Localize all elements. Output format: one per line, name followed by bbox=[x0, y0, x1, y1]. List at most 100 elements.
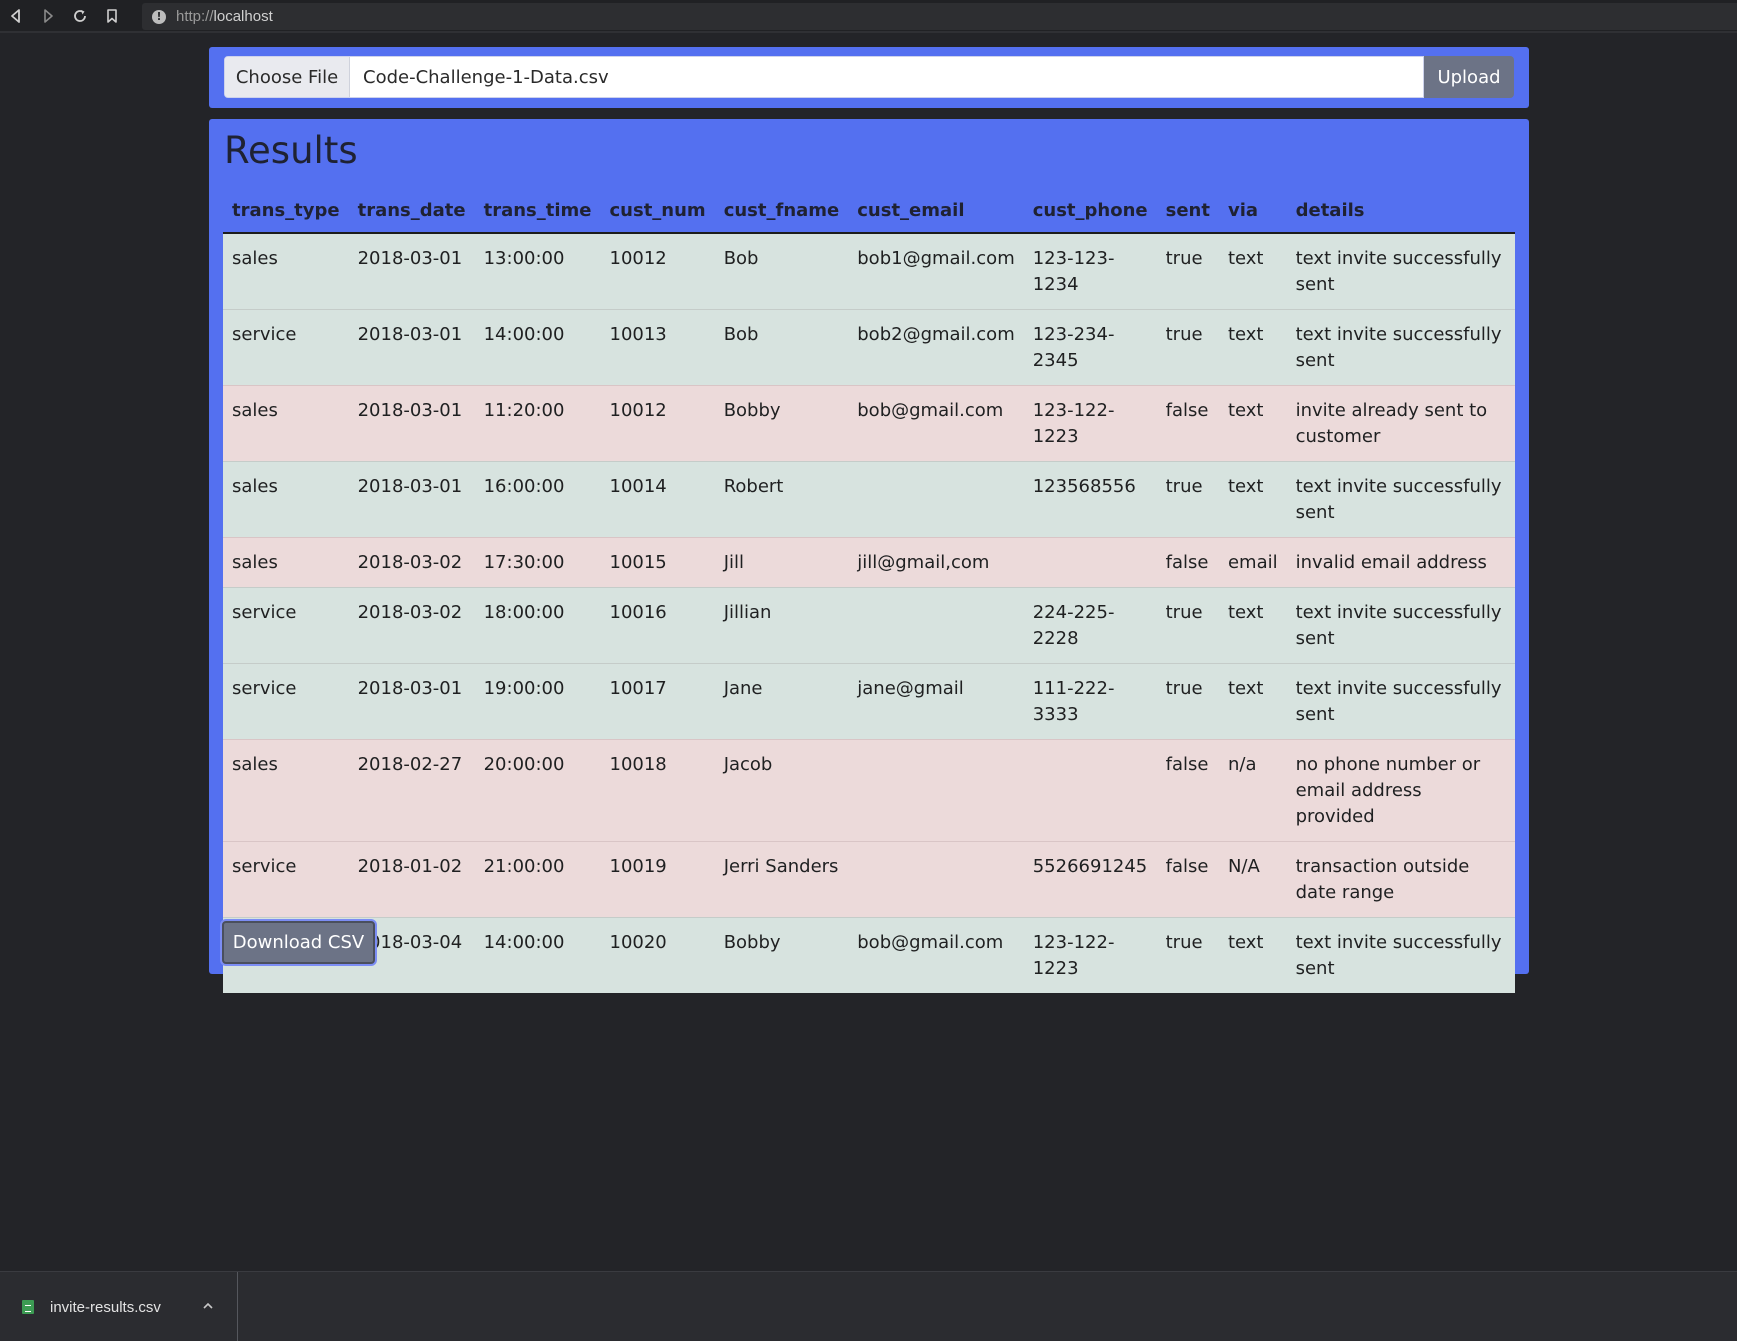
column-header-cust-phone: cust_phone bbox=[1023, 185, 1157, 234]
cell-trans-type: sales bbox=[223, 461, 349, 538]
choose-file-button[interactable]: Choose File bbox=[225, 57, 350, 97]
table-row: sales 2018-03-02 17:30:00 10015 Jill jill@gma… bbox=[223, 537, 1515, 588]
cell-trans-type: sales bbox=[223, 385, 349, 462]
cell-cust-email: jane@gmail bbox=[848, 663, 1024, 740]
cell-trans-type: sales bbox=[223, 739, 349, 842]
cell-sent: true bbox=[1156, 663, 1219, 740]
cell-cust-phone: 5526691245 bbox=[1023, 841, 1157, 918]
cell-cust-email: bob@gmail.com bbox=[848, 917, 1024, 993]
cell-cust-phone: 224-225-2228 bbox=[1023, 587, 1157, 664]
cell-trans-type: service bbox=[223, 587, 349, 664]
results-table: trans_type trans_date trans_time cust_num cu… bbox=[223, 185, 1515, 993]
url-text: http://localhost bbox=[176, 8, 273, 25]
cell-details: text invite successfully sent bbox=[1286, 232, 1515, 310]
cell-cust-fname: Jane bbox=[714, 663, 849, 740]
cell-trans-time: 13:00:00 bbox=[474, 232, 601, 310]
cell-details: text invite successfully sent bbox=[1286, 461, 1515, 538]
cell-sent: true bbox=[1156, 461, 1219, 538]
cell-trans-time: 19:00:00 bbox=[474, 663, 601, 740]
cell-cust-fname: Jerri Sanders bbox=[714, 841, 849, 918]
cell-cust-fname: Robert bbox=[714, 461, 849, 538]
column-header-sent: sent bbox=[1156, 185, 1219, 234]
table-row: service 2018-03-02 18:00:00 10016 Jillian 224… bbox=[223, 587, 1515, 664]
cell-sent: false bbox=[1156, 739, 1219, 842]
cell-trans-date: 2018-03-01 bbox=[348, 663, 475, 740]
table-row: service2018-03-0414:00:0010020Bobbybob@g… bbox=[223, 917, 1515, 993]
cell-cust-num: 10012 bbox=[600, 385, 715, 462]
cell-trans-date: 2018-03-01 bbox=[348, 461, 475, 538]
cell-cust-email: bob2@gmail.com bbox=[848, 309, 1024, 386]
cell-cust-fname: Bob bbox=[714, 309, 849, 386]
cell-trans-time: 14:00:00 bbox=[474, 917, 601, 993]
cell-sent: false bbox=[1156, 537, 1219, 588]
cell-cust-phone: 123568556 bbox=[1023, 461, 1157, 538]
site-info-icon[interactable]: ! bbox=[152, 9, 166, 24]
cell-trans-time: 18:00:00 bbox=[474, 587, 601, 664]
cell-via: N/A bbox=[1218, 841, 1287, 918]
cell-details: transaction outside date range bbox=[1286, 841, 1515, 918]
cell-trans-date: 2018-03-02 bbox=[348, 537, 475, 588]
column-header-trans-date: trans_date bbox=[348, 185, 475, 234]
cell-cust-phone: 123-122-1223 bbox=[1023, 385, 1157, 462]
cell-cust-num: 10020 bbox=[600, 917, 715, 993]
cell-trans-type: service bbox=[223, 841, 349, 918]
results-title: Results bbox=[224, 129, 358, 172]
cell-trans-date: 2018-01-02 bbox=[348, 841, 475, 918]
cell-via: text bbox=[1218, 309, 1287, 386]
cell-details: no phone number or email address provide… bbox=[1286, 739, 1515, 842]
cell-trans-date: 2018-02-27 bbox=[348, 739, 475, 842]
cell-details: text invite successfully sent bbox=[1286, 917, 1515, 993]
cell-via: text bbox=[1218, 385, 1287, 462]
cell-cust-num: 10014 bbox=[600, 461, 715, 538]
cell-details: text invite successfully sent bbox=[1286, 309, 1515, 386]
cell-cust-fname: Bob bbox=[714, 232, 849, 310]
cell-trans-time: 21:00:00 bbox=[474, 841, 601, 918]
table-row: service 2018-01-02 21:00:00 10019 Jerri Sand… bbox=[223, 841, 1515, 918]
cell-details: text invite successfully sent bbox=[1286, 663, 1515, 740]
cell-cust-phone: 111-222-3333 bbox=[1023, 663, 1157, 740]
table-row: sales 2018-03-01 13:00:00 10012 Bob bob1@gmai… bbox=[223, 232, 1515, 310]
chevron-up-icon[interactable] bbox=[201, 1299, 215, 1313]
cell-cust-num: 10016 bbox=[600, 587, 715, 664]
cell-cust-phone: 123-122-1223 bbox=[1023, 917, 1157, 993]
file-input[interactable]: Choose File Code-Challenge-1-Data.csv bbox=[224, 56, 1424, 98]
bookmark-icon[interactable] bbox=[96, 0, 128, 32]
column-header-cust-fname: cust_fname bbox=[714, 185, 849, 234]
upload-button[interactable]: Upload bbox=[1424, 56, 1514, 98]
reload-icon[interactable] bbox=[64, 0, 96, 32]
upload-panel: Choose File Code-Challenge-1-Data.csv Up… bbox=[209, 47, 1529, 108]
table-row: sales 2018-02-27 20:00:00 10018 Jacob false n/… bbox=[223, 739, 1515, 842]
cell-details: invalid email address bbox=[1286, 537, 1515, 588]
back-icon[interactable] bbox=[0, 0, 32, 32]
cell-cust-phone bbox=[1023, 537, 1157, 588]
cell-cust-num: 10017 bbox=[600, 663, 715, 740]
address-bar[interactable]: ! http://localhost bbox=[142, 3, 1737, 30]
cell-via: text bbox=[1218, 587, 1287, 664]
column-header-via: via bbox=[1218, 185, 1287, 234]
cell-cust-phone: 123-234-2345 bbox=[1023, 309, 1157, 386]
cell-cust-email bbox=[848, 739, 1024, 842]
download-csv-button[interactable]: Download CSV bbox=[222, 921, 375, 964]
cell-trans-type: sales bbox=[223, 537, 349, 588]
cell-via: text bbox=[1218, 232, 1287, 310]
cell-cust-email bbox=[848, 587, 1024, 664]
cell-details: text invite successfully sent bbox=[1286, 587, 1515, 664]
cell-cust-num: 10012 bbox=[600, 232, 715, 310]
cell-trans-time: 14:00:00 bbox=[474, 309, 601, 386]
cell-sent: true bbox=[1156, 309, 1219, 386]
cell-trans-time: 20:00:00 bbox=[474, 739, 601, 842]
cell-sent: true bbox=[1156, 587, 1219, 664]
cell-trans-date: 2018-03-01 bbox=[348, 385, 475, 462]
cell-trans-type: service bbox=[223, 309, 349, 386]
cell-cust-email: bob1@gmail.com bbox=[848, 232, 1024, 310]
forward-icon[interactable] bbox=[32, 0, 64, 32]
cell-cust-phone bbox=[1023, 739, 1157, 842]
download-item[interactable]: invite-results.csv bbox=[0, 1272, 238, 1341]
column-header-cust-email: cust_email bbox=[848, 185, 1024, 234]
cell-trans-time: 11:20:00 bbox=[474, 385, 601, 462]
column-header-details: details bbox=[1286, 185, 1515, 234]
cell-trans-type: service bbox=[223, 663, 349, 740]
column-header-cust-num: cust_num bbox=[600, 185, 715, 234]
cell-details: invite already sent to customer bbox=[1286, 385, 1515, 462]
cell-trans-time: 16:00:00 bbox=[474, 461, 601, 538]
